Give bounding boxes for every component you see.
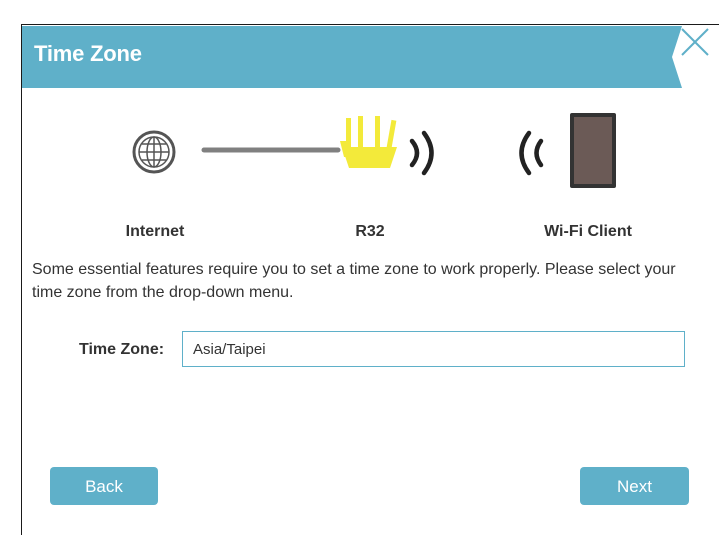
internet-label: Internet xyxy=(125,223,185,240)
globe-icon xyxy=(132,130,176,174)
dialog-header: Time Zone xyxy=(22,26,702,88)
router-icon xyxy=(340,116,397,168)
client-wifi-signal-icon xyxy=(519,130,544,176)
next-button[interactable]: Next xyxy=(580,467,689,505)
time-zone-input[interactable] xyxy=(182,331,685,367)
description-text: Some essential features require you to s… xyxy=(32,261,676,301)
wifi-signal-icon xyxy=(409,130,434,176)
time-zone-dialog: Time Zone Internet R32 Wi-Fi Client Some… xyxy=(21,24,719,535)
close-icon[interactable] xyxy=(678,25,712,59)
client-label: Wi-Fi Client xyxy=(544,223,632,240)
tablet-icon xyxy=(570,113,616,188)
back-button[interactable]: Back xyxy=(50,467,158,505)
page-title: Time Zone xyxy=(34,41,142,66)
time-zone-label: Time Zone: xyxy=(79,341,165,358)
router-label: R32 xyxy=(355,223,385,240)
